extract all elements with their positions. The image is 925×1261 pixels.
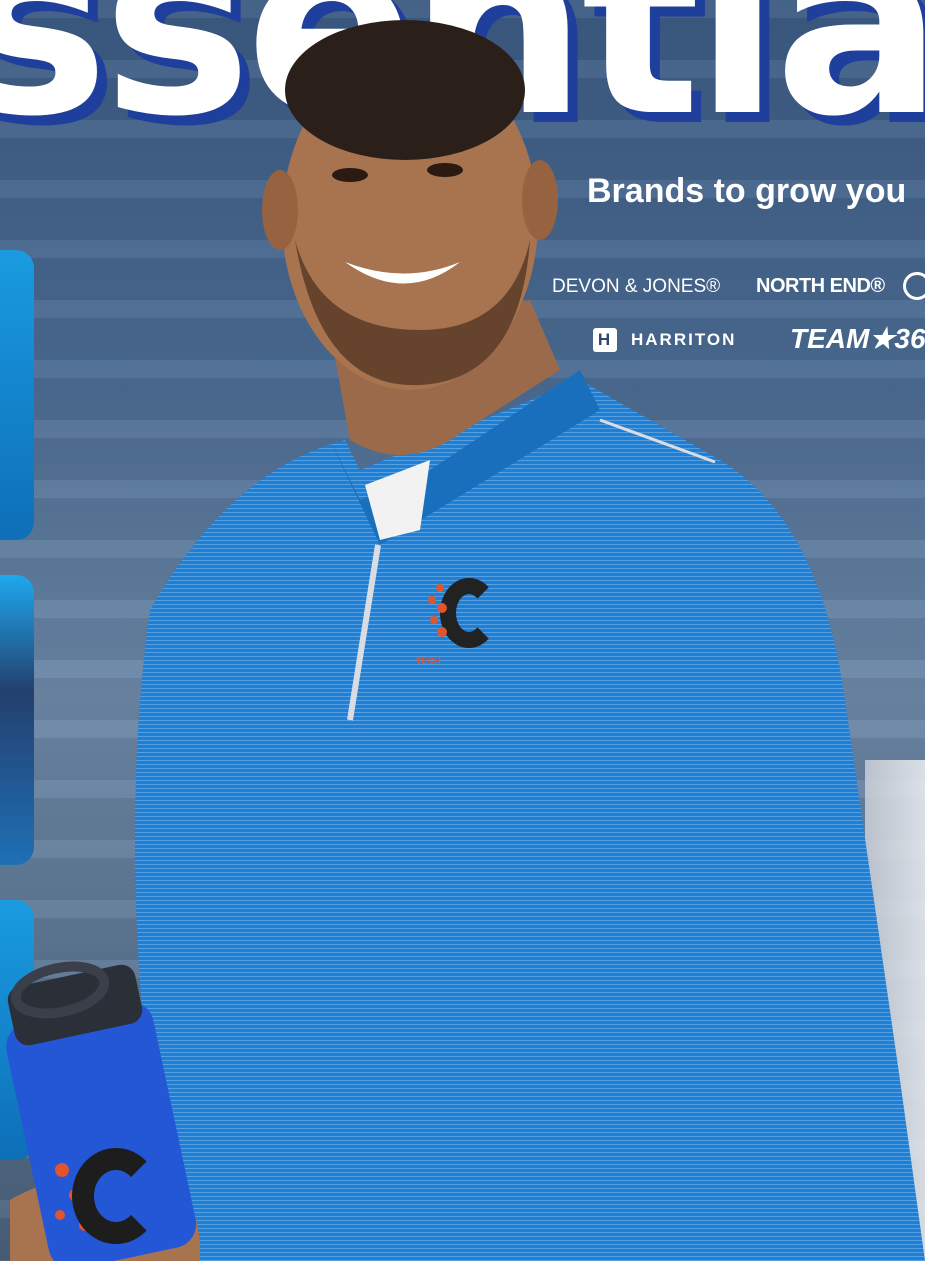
bottle-logo-mark (72, 1148, 160, 1244)
hero-banner: ssentia Brands to grow you DEVON & JONES… (0, 0, 925, 1261)
chest-logo-mark (440, 578, 498, 648)
chest-logo-text: TECH (416, 656, 441, 666)
chest-logo-dots (428, 584, 447, 637)
